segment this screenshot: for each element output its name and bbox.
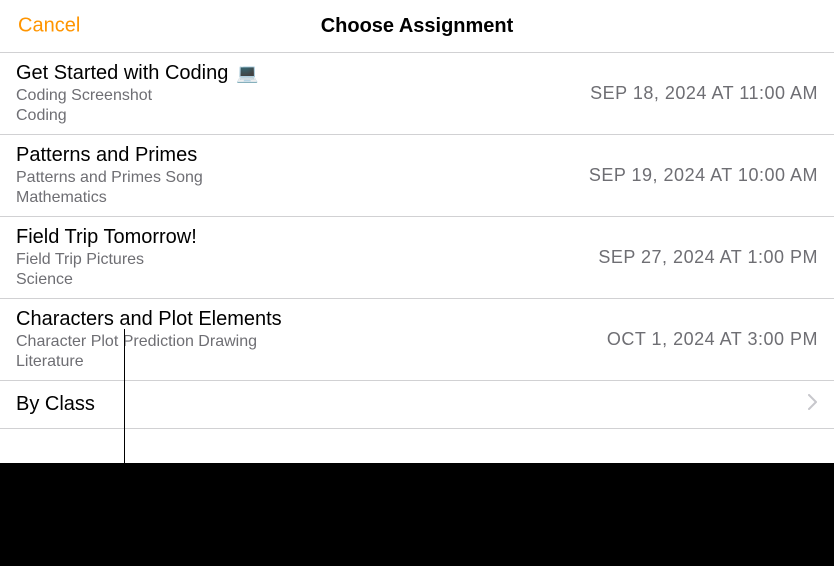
assignment-date: SEP 19, 2024 AT 10:00 AM: [589, 165, 818, 186]
assignment-title: Get Started with Coding: [16, 61, 228, 86]
by-class-label: By Class: [16, 393, 95, 416]
sheet-header: Cancel Choose Assignment: [0, 0, 834, 53]
sheet-title: Choose Assignment: [321, 15, 514, 38]
assignment-date: OCT 1, 2024 AT 3:00 PM: [607, 329, 818, 350]
assignment-title: Patterns and Primes: [16, 143, 197, 168]
assignment-category: Coding: [16, 106, 259, 126]
assignment-category: Mathematics: [16, 188, 203, 208]
assignment-date: SEP 18, 2024 AT 11:00 AM: [590, 83, 818, 104]
callout-line: [124, 329, 125, 494]
assignment-row[interactable]: Field Trip Tomorrow! Field Trip Pictures…: [0, 217, 834, 299]
assignment-title: Characters and Plot Elements: [16, 307, 282, 332]
assignment-row[interactable]: Characters and Plot Elements Character P…: [0, 299, 834, 381]
assignment-category: Literature: [16, 352, 282, 372]
assignment-list: Get Started with Coding 💻 Coding Screens…: [0, 53, 834, 429]
annotation-area: [0, 463, 834, 566]
assignment-subtitle: Field Trip Pictures: [16, 250, 197, 270]
laptop-icon: 💻: [236, 63, 258, 84]
by-class-row[interactable]: By Class: [0, 381, 834, 429]
assignment-category: Science: [16, 270, 197, 290]
assignment-date: SEP 27, 2024 AT 1:00 PM: [598, 247, 818, 268]
chevron-right-icon: [808, 394, 818, 415]
choose-assignment-sheet: Cancel Choose Assignment Get Started wit…: [0, 0, 834, 463]
assignment-subtitle: Character Plot Prediction Drawing: [16, 332, 282, 352]
assignment-subtitle: Coding Screenshot: [16, 86, 259, 106]
assignment-row[interactable]: Patterns and Primes Patterns and Primes …: [0, 135, 834, 217]
assignment-subtitle: Patterns and Primes Song: [16, 168, 203, 188]
assignment-title: Field Trip Tomorrow!: [16, 225, 197, 250]
assignment-row[interactable]: Get Started with Coding 💻 Coding Screens…: [0, 53, 834, 135]
cancel-button[interactable]: Cancel: [18, 15, 80, 38]
